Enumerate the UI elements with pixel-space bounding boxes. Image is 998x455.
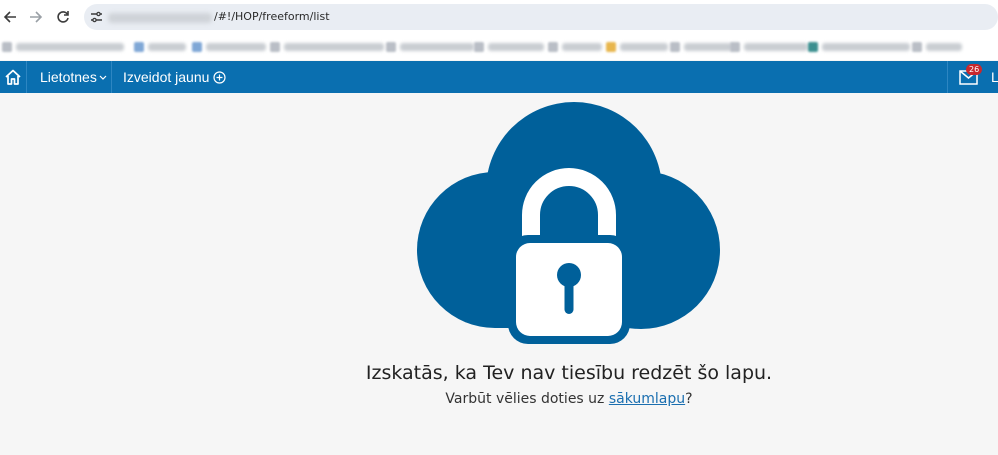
bookmarks-bar (0, 34, 998, 60)
suggestion-text: Varbūt vēlies doties uz sākumlapu? (0, 391, 998, 407)
bookmark-item[interactable] (548, 42, 602, 52)
bookmark-item[interactable] (270, 42, 384, 52)
menu-apps-label: Lietotnes (40, 69, 97, 85)
home-page-link[interactable]: sākumlapu (609, 391, 685, 407)
back-button[interactable] (0, 7, 20, 27)
divider (111, 61, 112, 93)
bookmark-item[interactable] (670, 42, 732, 52)
bookmark-item[interactable] (912, 42, 962, 52)
arrow-right-icon (30, 11, 43, 23)
bookmark-item[interactable] (730, 42, 808, 52)
menu-apps[interactable]: Lietotnes (40, 61, 107, 93)
plus-circle-icon (213, 70, 227, 84)
bookmark-item[interactable] (2, 42, 124, 52)
page-title: Izskatās, ka Tev nav tiesību redzēt šo l… (365, 362, 773, 384)
bookmark-item[interactable] (134, 42, 186, 52)
chevron-down-icon (99, 75, 107, 80)
arrow-left-icon (3, 11, 16, 23)
app-header: Lietotnes Izveidot jaunu (0, 61, 998, 93)
url-path: /#!/HOP/freeform/list (214, 10, 330, 23)
browser-toolbar: /#!/HOP/freeform/list (0, 0, 998, 34)
bookmark-item[interactable] (606, 42, 668, 52)
home-icon (5, 69, 21, 85)
bookmark-item[interactable] (386, 42, 474, 52)
access-denied-illustration (416, 102, 722, 351)
forward-button[interactable] (26, 7, 46, 27)
unread-badge: 26 (966, 64, 983, 75)
suggestion-suffix: ? (685, 391, 693, 407)
menu-create-label: Izveidot jaunu (123, 69, 210, 85)
cloud-lock-icon (417, 102, 720, 344)
menu-create-new[interactable]: Izveidot jaunu (123, 61, 227, 93)
bookmark-item[interactable] (474, 42, 544, 52)
bookmark-item[interactable] (192, 42, 266, 52)
site-settings-icon (91, 11, 102, 23)
home-button[interactable] (0, 61, 27, 93)
user-menu[interactable]: L (991, 61, 998, 93)
address-bar[interactable]: /#!/HOP/freeform/list (84, 4, 998, 30)
suggestion-prefix: Varbūt vēlies doties uz (445, 391, 609, 407)
bookmark-item[interactable] (808, 42, 910, 52)
reload-icon (57, 11, 69, 23)
url-host-redacted (108, 13, 212, 23)
reload-button[interactable] (53, 7, 73, 27)
